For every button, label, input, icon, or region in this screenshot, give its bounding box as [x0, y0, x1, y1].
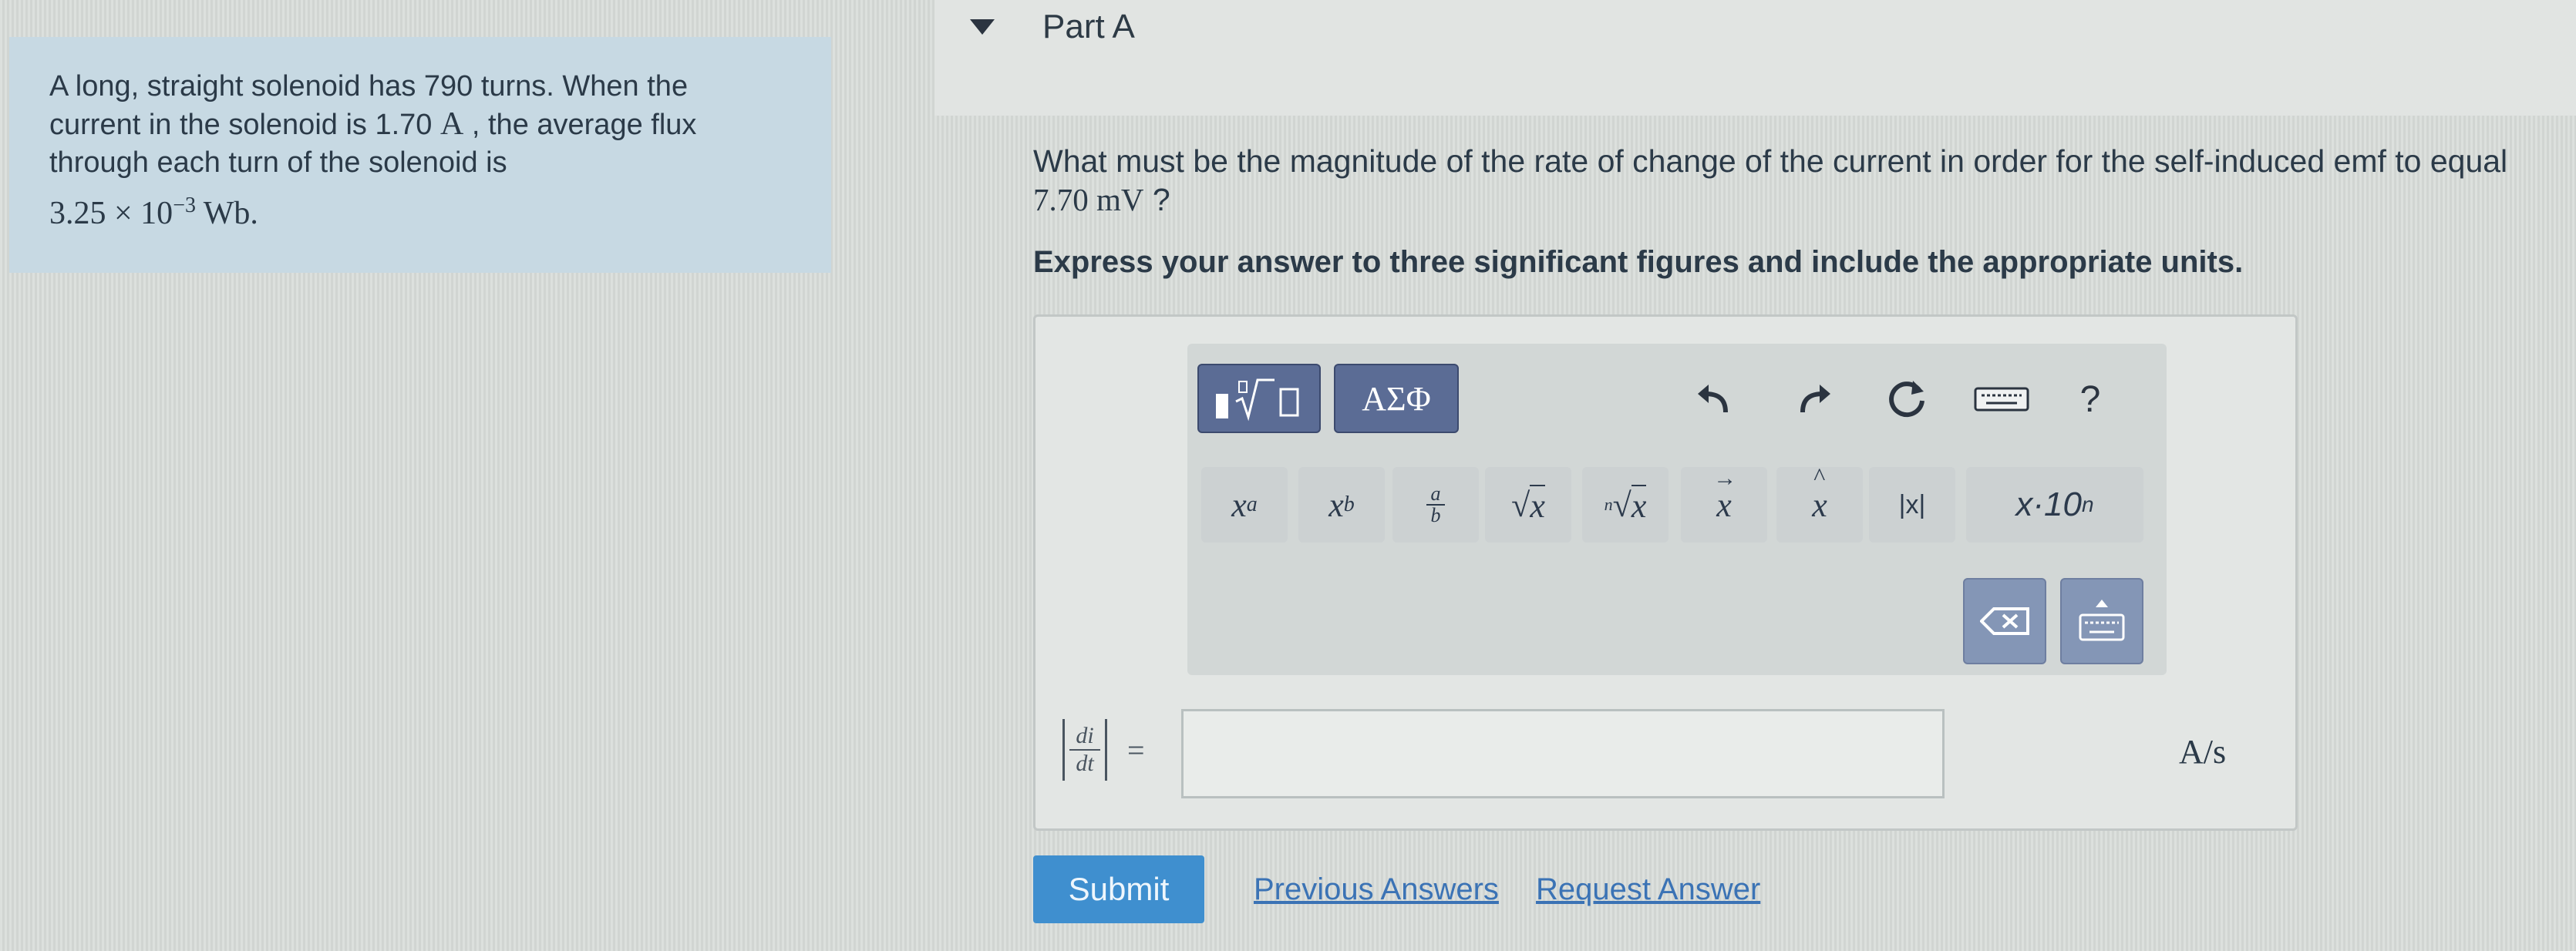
equals-sign: = [1127, 732, 1145, 768]
label-numerator: di [1076, 723, 1094, 748]
redo-icon[interactable] [1787, 368, 1841, 430]
part-title[interactable]: Part A [1042, 8, 1135, 46]
answer-instructions: Express your answer to three significant… [1033, 245, 2244, 279]
fraction-button[interactable]: ab [1392, 467, 1479, 543]
answer-units: A/s [2179, 733, 2227, 771]
keyboard-icon [2079, 600, 2125, 641]
problem-line-2: current in the solenoid is 1.70 A , the … [49, 106, 800, 144]
subscript-button[interactable]: xb [1298, 467, 1385, 543]
question-mark: ? [1143, 182, 1170, 217]
template-radical-icon [1216, 378, 1299, 422]
square-root-button[interactable]: √ x [1485, 467, 1571, 543]
help-icon[interactable]: ? [2063, 368, 2117, 430]
scientific-notation-button[interactable]: x·10 n [1966, 467, 2143, 543]
templates-button[interactable] [1197, 364, 1321, 433]
problem-line-2-tail: , the average flux [463, 109, 697, 141]
superscript-button[interactable]: xa [1201, 467, 1288, 543]
problem-statement: A long, straight solenoid has 790 turns.… [9, 37, 831, 273]
flux-mantissa: 3.25 × 10 [49, 196, 173, 231]
unit-vector-button[interactable]: x ^ [1776, 462, 1863, 543]
nth-root-button[interactable]: n √ x [1582, 467, 1669, 543]
keyboard-toggle-button[interactable] [2060, 578, 2143, 664]
collapse-caret-icon[interactable] [970, 19, 995, 35]
question-prompt: What must be the magnitude of the rate o… [1033, 143, 2508, 179]
greek-symbols-button[interactable]: ΑΣΦ [1334, 364, 1459, 433]
label-denominator: dt [1076, 751, 1094, 776]
question-emf-value: 7.70 mV [1033, 182, 1144, 217]
flux-exponent: −3 [173, 193, 196, 217]
part-header-bar[interactable] [934, 0, 2576, 116]
backspace-icon [1980, 607, 2029, 635]
answer-label: di dt = [1058, 715, 1145, 785]
request-answer-link[interactable]: Request Answer [1536, 872, 1760, 907]
backspace-button[interactable] [1963, 578, 2046, 664]
answer-input[interactable] [1181, 709, 1945, 798]
submit-button[interactable]: Submit [1033, 855, 1204, 923]
problem-line-2-text: current in the solenoid is 1.70 [49, 109, 440, 141]
absolute-value-button[interactable]: |x| [1869, 467, 1955, 543]
problem-line-3: through each turn of the solenoid is [49, 146, 507, 179]
previous-answers-link[interactable]: Previous Answers [1254, 872, 1499, 907]
problem-line-1: A long, straight solenoid has 790 turns.… [49, 70, 689, 102]
vector-button[interactable]: x → [1681, 465, 1767, 543]
flux-value: 3.25 × 10−3 Wb. [49, 187, 800, 233]
reset-icon[interactable] [1880, 368, 1934, 430]
keyboard-shortcuts-icon[interactable] [1971, 368, 2032, 430]
question-text: What must be the magnitude of the rate o… [1033, 142, 2568, 219]
flux-unit: Wb. [195, 196, 258, 231]
undo-icon[interactable] [1687, 368, 1741, 430]
current-unit: A [439, 106, 464, 142]
